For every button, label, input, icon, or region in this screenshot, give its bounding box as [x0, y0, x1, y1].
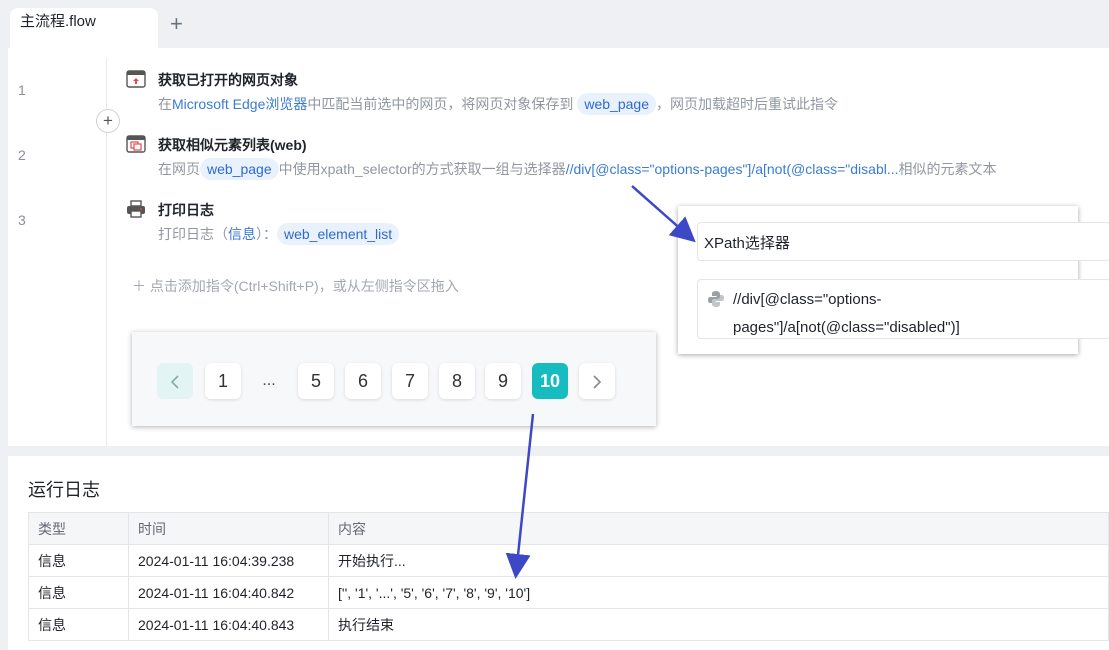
add-command-hint-text: 点击添加指令(Ctrl+Shift+P)，或从左侧指令区拖入	[149, 278, 459, 294]
page-ellipsis: ...	[262, 372, 276, 389]
add-command-hint[interactable]: ＋ 点击添加指令(Ctrl+Shift+P)，或从左侧指令区拖入	[132, 276, 459, 296]
table-row[interactable]: 信息 2024-01-11 16:04:40.843 执行结束	[28, 608, 1109, 641]
desc-text: 相似的元素文本	[898, 161, 997, 177]
line-number: 1	[18, 82, 26, 98]
step-description: 在Microsoft Edge浏览器中匹配当前选中的网页，将网页对象保存到 web…	[158, 93, 838, 115]
chevron-right-icon	[593, 375, 602, 389]
desc-text: 中匹配当前选中的网页，将网页对象保存到	[307, 96, 574, 112]
tab-main-flow-label: 主流程.flow	[20, 13, 96, 30]
page-button[interactable]: 7	[392, 363, 428, 399]
desc-text: 在	[158, 96, 172, 112]
desc-text: ，网页加载超时后重试此指令	[656, 96, 838, 112]
page-button[interactable]: 8	[439, 363, 475, 399]
run-log-table: 类型 时间 内容 信息 2024-01-11 16:04:39.238 开始执行…	[28, 512, 1109, 641]
desc-link[interactable]: 信息	[228, 226, 256, 242]
page-button[interactable]: 6	[345, 363, 381, 399]
column-header[interactable]: 类型	[28, 512, 129, 545]
page-button[interactable]: 1	[205, 363, 241, 399]
chevron-left-icon	[170, 375, 179, 389]
page-button[interactable]: 9	[485, 363, 521, 399]
variable-chip[interactable]: web_page	[200, 158, 279, 180]
add-tab-button[interactable]: +	[170, 13, 183, 35]
tab-bar	[0, 0, 1109, 48]
log-time: 2024-01-11 16:04:40.843	[128, 608, 329, 641]
browser-window-icon	[126, 70, 146, 88]
desc-text: 在网页	[158, 161, 200, 177]
step-title[interactable]: 获取已打开的网页对象	[158, 70, 298, 90]
variable-chip[interactable]: web_page	[577, 93, 656, 115]
desc-text: 中使用xpath_selector的方式获取一组与选择器	[278, 161, 566, 177]
page-button-active[interactable]: 10	[532, 363, 568, 399]
log-type: 信息	[28, 544, 129, 577]
element-list-icon	[126, 135, 146, 153]
prev-page-button[interactable]	[157, 363, 193, 399]
step-title[interactable]: 打印日志	[158, 200, 214, 220]
log-time: 2024-01-11 16:04:40.842	[128, 576, 329, 609]
log-content: 开始执行...	[328, 544, 1109, 577]
log-content: 执行结束	[328, 608, 1109, 641]
log-content: ['', '1', '...', '5', '6', '7', '8', '9'…	[328, 576, 1109, 609]
column-header[interactable]: 内容	[328, 512, 1109, 545]
log-type: 信息	[28, 576, 129, 609]
desc-text: ）：	[256, 226, 277, 242]
step-description: 打印日志（信息）： web_element_list	[158, 223, 400, 245]
page-button[interactable]: 5	[298, 363, 334, 399]
next-page-button[interactable]	[579, 363, 615, 399]
log-type: 信息	[28, 608, 129, 641]
step-title[interactable]: 获取相似元素列表(web)	[158, 135, 307, 155]
line-number: 3	[18, 212, 26, 228]
xpath-value: //div[@class="options-pages"]/a[not(@cla…	[733, 291, 960, 336]
xpath-label: XPath选择器	[704, 235, 790, 252]
insert-step-button[interactable]: +	[96, 109, 120, 133]
run-log-title: 运行日志	[28, 480, 100, 500]
desc-text: 打印日志（	[158, 226, 228, 242]
python-icon	[707, 290, 725, 308]
table-header-row: 类型 时间 内容	[28, 512, 1109, 545]
column-header[interactable]: 时间	[128, 512, 329, 545]
variable-chip[interactable]: web_element_list	[277, 223, 400, 245]
desc-link[interactable]: Microsoft Edge浏览器	[172, 96, 307, 112]
line-number: 2	[18, 147, 26, 163]
table-row[interactable]: 信息 2024-01-11 16:04:39.238 开始执行...	[28, 544, 1109, 577]
desc-link[interactable]: //div[@class="options-pages"]/a[not(@cla…	[566, 161, 899, 177]
printer-icon	[126, 200, 146, 218]
table-row[interactable]: 信息 2024-01-11 16:04:40.842 ['', '1', '..…	[28, 576, 1109, 609]
step-description: 在网页 web_page 中使用xpath_selector的方式获取一组与选择器/…	[158, 158, 997, 180]
log-time: 2024-01-11 16:04:39.238	[128, 544, 329, 577]
